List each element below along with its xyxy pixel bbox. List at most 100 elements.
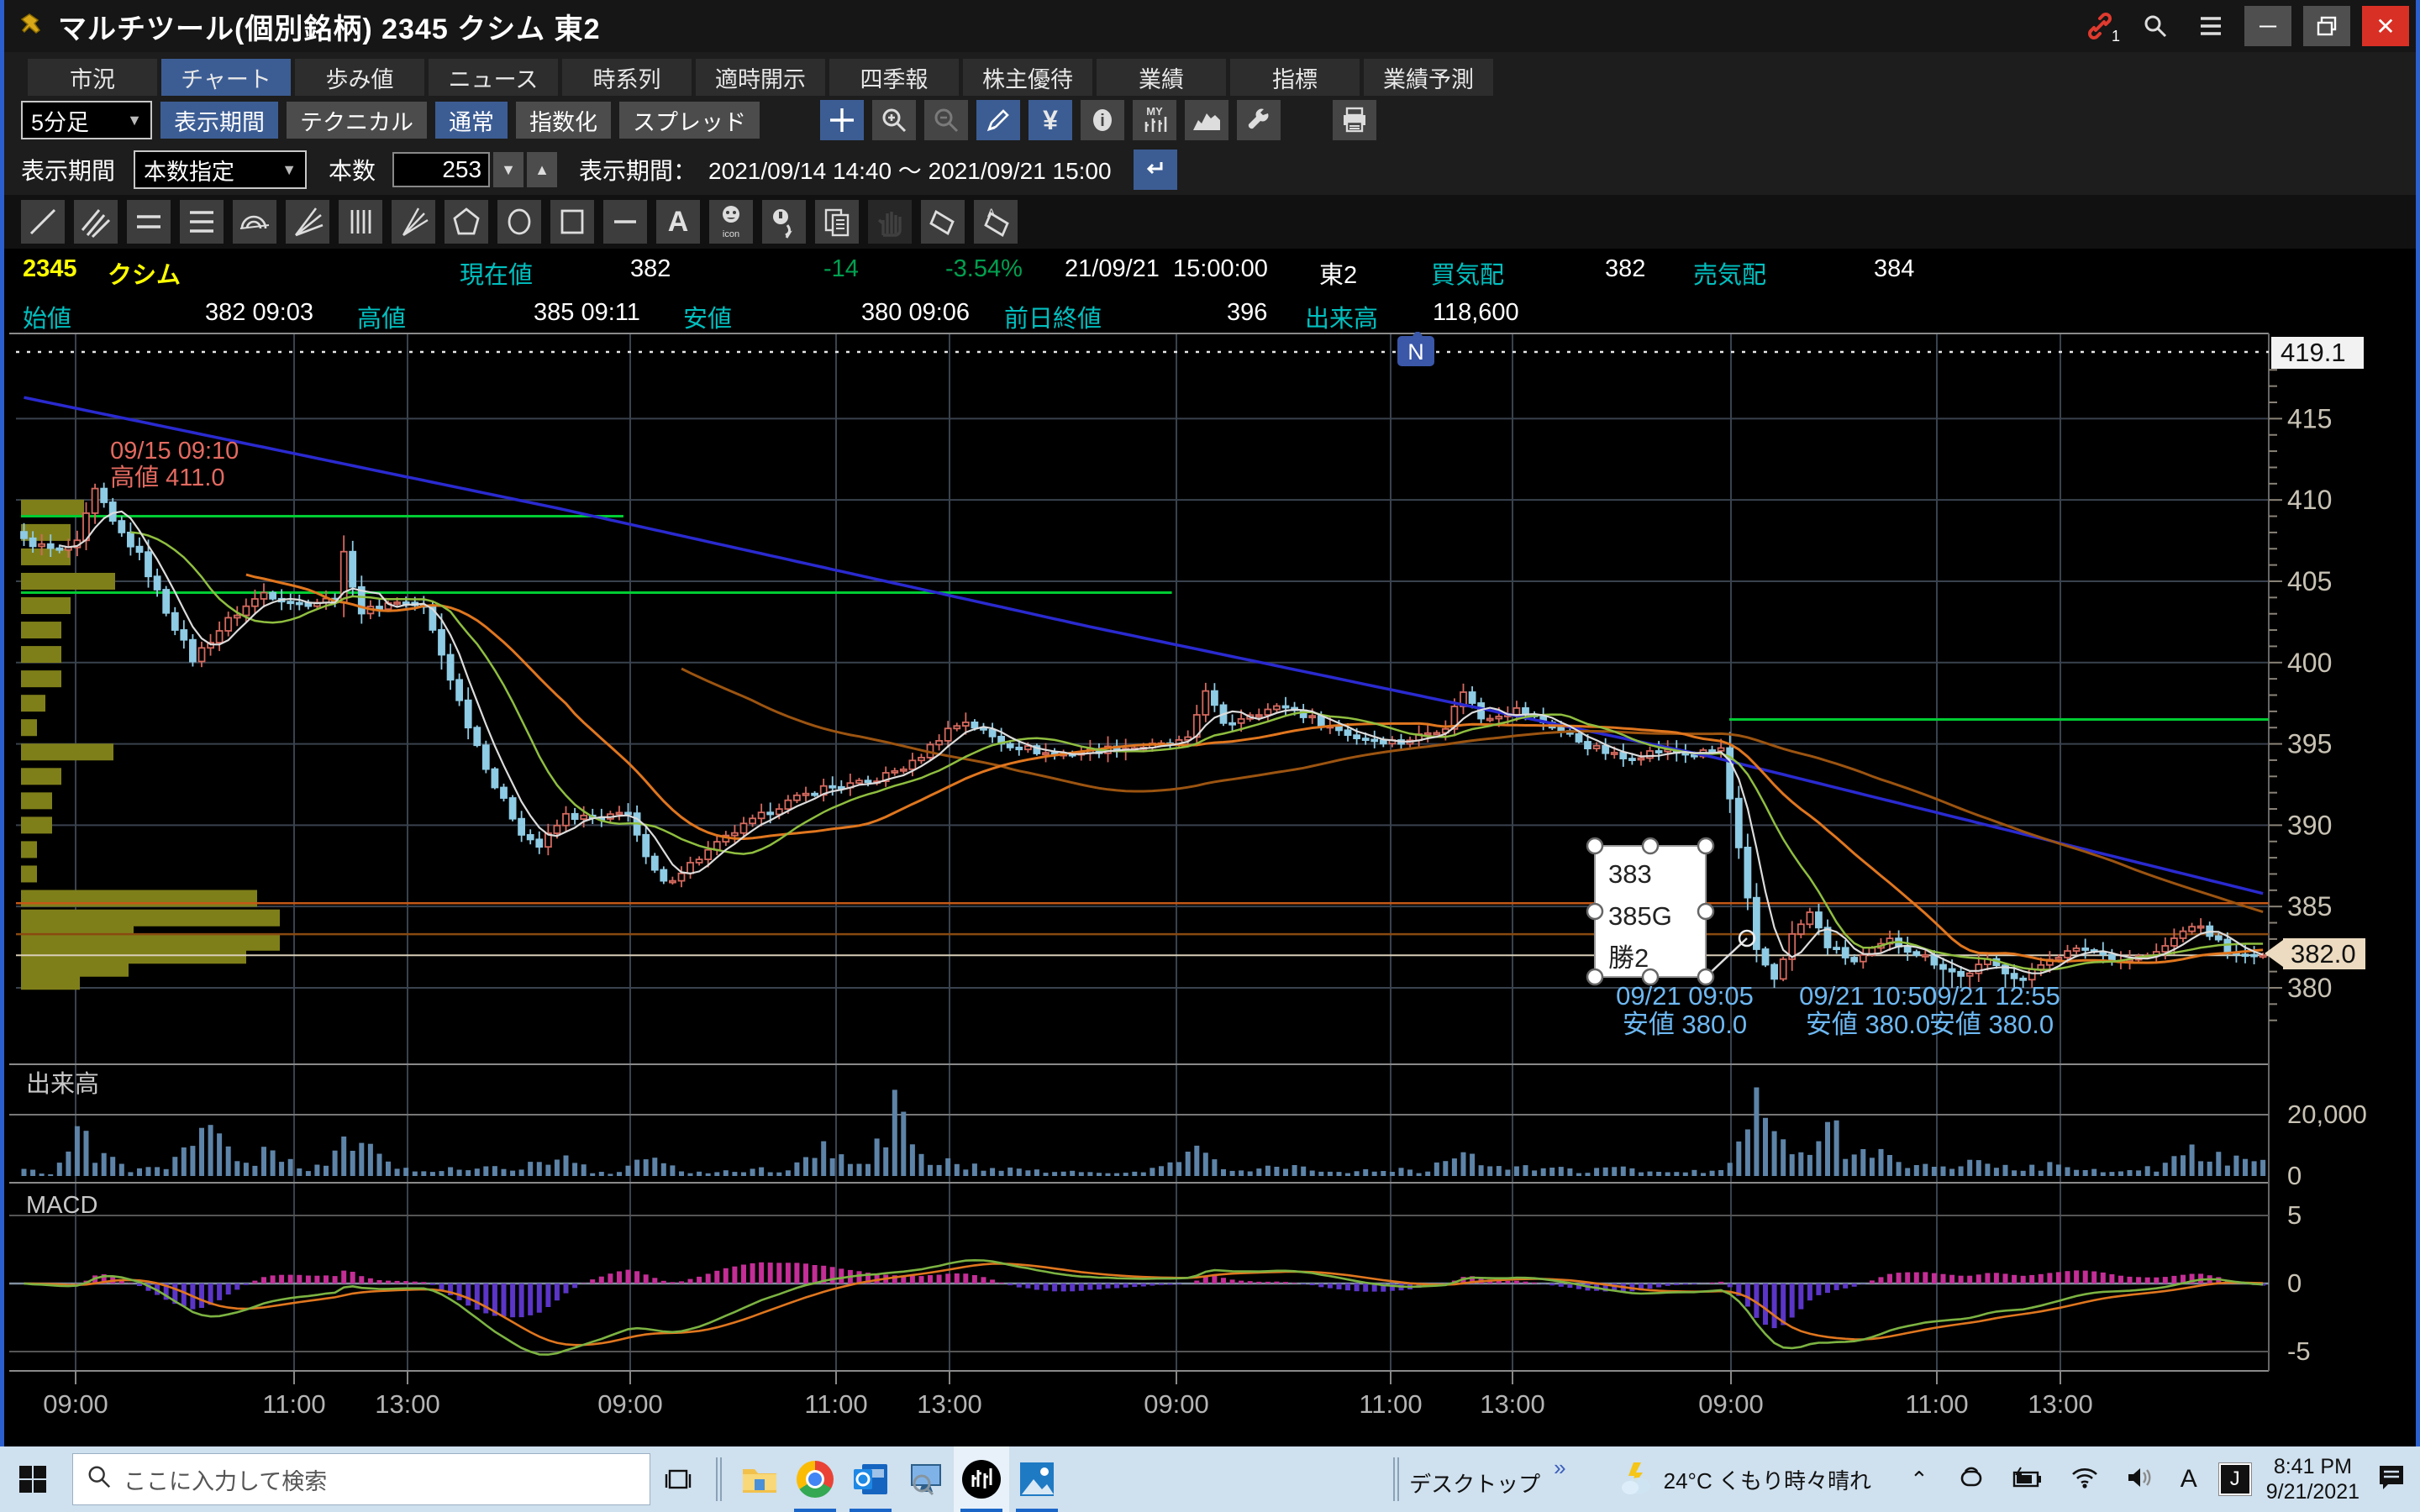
notification-center-icon[interactable] xyxy=(2375,1462,2408,1497)
tab-7[interactable]: 株主優待 xyxy=(963,59,1092,96)
pentagon-tool[interactable] xyxy=(445,200,488,244)
svg-text:-5: -5 xyxy=(2287,1336,2311,1366)
copy-tool[interactable] xyxy=(815,200,859,244)
arcs-tool[interactable] xyxy=(233,200,276,244)
reset-period-button[interactable] xyxy=(1134,150,1177,190)
outlook-icon[interactable] xyxy=(843,1446,898,1512)
price-chart[interactable]: 09:0011:0013:0009:0011:0013:0009:0011:00… xyxy=(4,332,2416,1446)
battery-icon[interactable] xyxy=(2011,1466,2044,1494)
last-label: 現在値 xyxy=(460,255,533,291)
weather-text[interactable]: 24°C くもり時々晴れ xyxy=(1664,1464,1871,1495)
tab-0[interactable]: 市況 xyxy=(28,59,157,96)
svg-text:icon: icon xyxy=(723,229,739,239)
minimize-button[interactable]: ─ xyxy=(2244,6,2291,46)
text-tool[interactable]: A xyxy=(656,200,700,244)
toolbar-button-4[interactable]: スプレッド xyxy=(619,102,760,139)
fan-lines-tool[interactable] xyxy=(286,200,329,244)
three-hlines-tool[interactable] xyxy=(180,200,224,244)
low-label: 安値 xyxy=(683,299,732,334)
tab-6[interactable]: 四季報 xyxy=(829,59,959,96)
toolbar-button-3[interactable]: 指数化 xyxy=(516,102,611,139)
ellipse-tool[interactable] xyxy=(497,200,541,244)
wifi-icon[interactable] xyxy=(2070,1466,2100,1494)
weather-icon[interactable] xyxy=(1617,1461,1654,1498)
toolbar-drawing: Aicon A xyxy=(4,195,2416,249)
close-button[interactable]: ✕ xyxy=(2362,6,2409,46)
onedrive-icon[interactable] xyxy=(1957,1465,1986,1494)
toolbar-button-1[interactable]: テクニカル xyxy=(287,102,427,139)
menu-icon[interactable] xyxy=(2189,7,2233,45)
desktop-toolbar[interactable]: デスクトップ xyxy=(1409,1467,1540,1499)
volume-icon[interactable] xyxy=(2125,1466,2155,1494)
toolbar-button-2[interactable]: 通常 xyxy=(435,102,508,139)
prev-close-label: 前日終値 xyxy=(1004,299,1102,334)
svg-text:385: 385 xyxy=(2287,891,2332,921)
trading-app-icon[interactable] xyxy=(954,1446,1009,1512)
svg-text:13:00: 13:00 xyxy=(917,1389,982,1419)
icon-stamp-tool[interactable]: icon xyxy=(709,200,753,244)
hand-tool[interactable] xyxy=(868,200,912,244)
area-chart-icon[interactable] xyxy=(1185,100,1228,140)
tab-5[interactable]: 適時開示 xyxy=(696,59,825,96)
ime-lang-badge[interactable]: J xyxy=(2219,1463,2251,1495)
pointer-jump-tool[interactable] xyxy=(762,200,806,244)
quote-row-2: 始値382 09:03高値385 09:11安値380 09:06前日終値396… xyxy=(4,292,2416,332)
rectangle-tool[interactable] xyxy=(550,200,594,244)
crosshair-icon[interactable] xyxy=(820,100,864,140)
eraser-all-tool[interactable]: A xyxy=(974,200,1018,244)
high-value: 385 09:11 xyxy=(534,299,640,327)
taskbar-clock[interactable]: 8:41 PM 9/21/2021 xyxy=(2266,1454,2360,1504)
tab-1[interactable]: チャート xyxy=(161,59,291,96)
stock-code: 2345 xyxy=(23,255,77,283)
taskbar-search-input[interactable]: ここに入力して検索 xyxy=(72,1453,650,1505)
tab-3[interactable]: ニュース xyxy=(429,59,558,96)
count-input[interactable]: 253 xyxy=(392,152,490,187)
wrench-icon[interactable] xyxy=(1237,100,1281,140)
zoom-out-icon[interactable] xyxy=(924,100,968,140)
restore-button[interactable] xyxy=(2303,6,2350,46)
tab-8[interactable]: 業績 xyxy=(1097,59,1226,96)
clock-time: 8:41 PM xyxy=(2266,1454,2360,1479)
tab-10[interactable]: 業績予測 xyxy=(1364,59,1493,96)
count-decrement-button[interactable]: ▼ xyxy=(493,152,523,187)
chrome-icon[interactable] xyxy=(787,1446,843,1512)
photos-icon[interactable] xyxy=(1009,1446,1065,1512)
my-chart-icon[interactable]: MY xyxy=(1133,100,1176,140)
svg-text:勝2: 勝2 xyxy=(1608,943,1649,973)
start-button[interactable] xyxy=(0,1446,66,1512)
svg-text:383: 383 xyxy=(1608,859,1652,889)
line-tool[interactable] xyxy=(21,200,65,244)
bid-label: 買気配 xyxy=(1431,255,1504,291)
search-icon[interactable] xyxy=(2133,7,2177,45)
task-view-icon[interactable] xyxy=(650,1446,706,1512)
yen-icon[interactable]: ¥ xyxy=(1028,100,1072,140)
hline-segment-tool[interactable] xyxy=(603,200,647,244)
link-icon[interactable]: 1 xyxy=(2078,7,2122,45)
timeframe-dropdown[interactable]: 5分足▼ xyxy=(21,101,152,139)
tab-4[interactable]: 時系列 xyxy=(562,59,692,96)
eraser-tool[interactable] xyxy=(921,200,965,244)
info-icon[interactable]: i xyxy=(1081,100,1124,140)
printer-icon[interactable] xyxy=(1333,100,1376,140)
pitchfork-tool[interactable] xyxy=(392,200,435,244)
zoom-in-icon[interactable] xyxy=(872,100,916,140)
toolbar-button-0[interactable]: 表示期間 xyxy=(160,102,278,139)
count-increment-button[interactable]: ▲ xyxy=(527,152,557,187)
tab-9[interactable]: 指標 xyxy=(1230,59,1360,96)
hidden-icons-chevron[interactable]: ⌃ xyxy=(1910,1467,1928,1493)
svg-text:出来高: 出来高 xyxy=(26,1070,99,1098)
bid-value: 382 xyxy=(1605,255,1645,283)
vlines-tool[interactable] xyxy=(339,200,382,244)
svg-text:11:00: 11:00 xyxy=(804,1389,867,1419)
pencil-icon[interactable] xyxy=(976,100,1020,140)
ime-mode[interactable]: A xyxy=(2181,1465,2197,1494)
screen-share-icon[interactable] xyxy=(898,1446,954,1512)
explorer-icon[interactable] xyxy=(732,1446,787,1512)
toolbar-chevrons-icon[interactable]: » xyxy=(1554,1455,1565,1481)
svg-text:415: 415 xyxy=(2287,403,2332,433)
svg-text:09:00: 09:00 xyxy=(1144,1389,1209,1419)
count-mode-dropdown[interactable]: 本数指定▼ xyxy=(134,150,307,189)
tab-2[interactable]: 歩み値 xyxy=(295,59,424,96)
parallel-lines-tool[interactable] xyxy=(74,200,118,244)
two-hlines-tool[interactable] xyxy=(127,200,171,244)
